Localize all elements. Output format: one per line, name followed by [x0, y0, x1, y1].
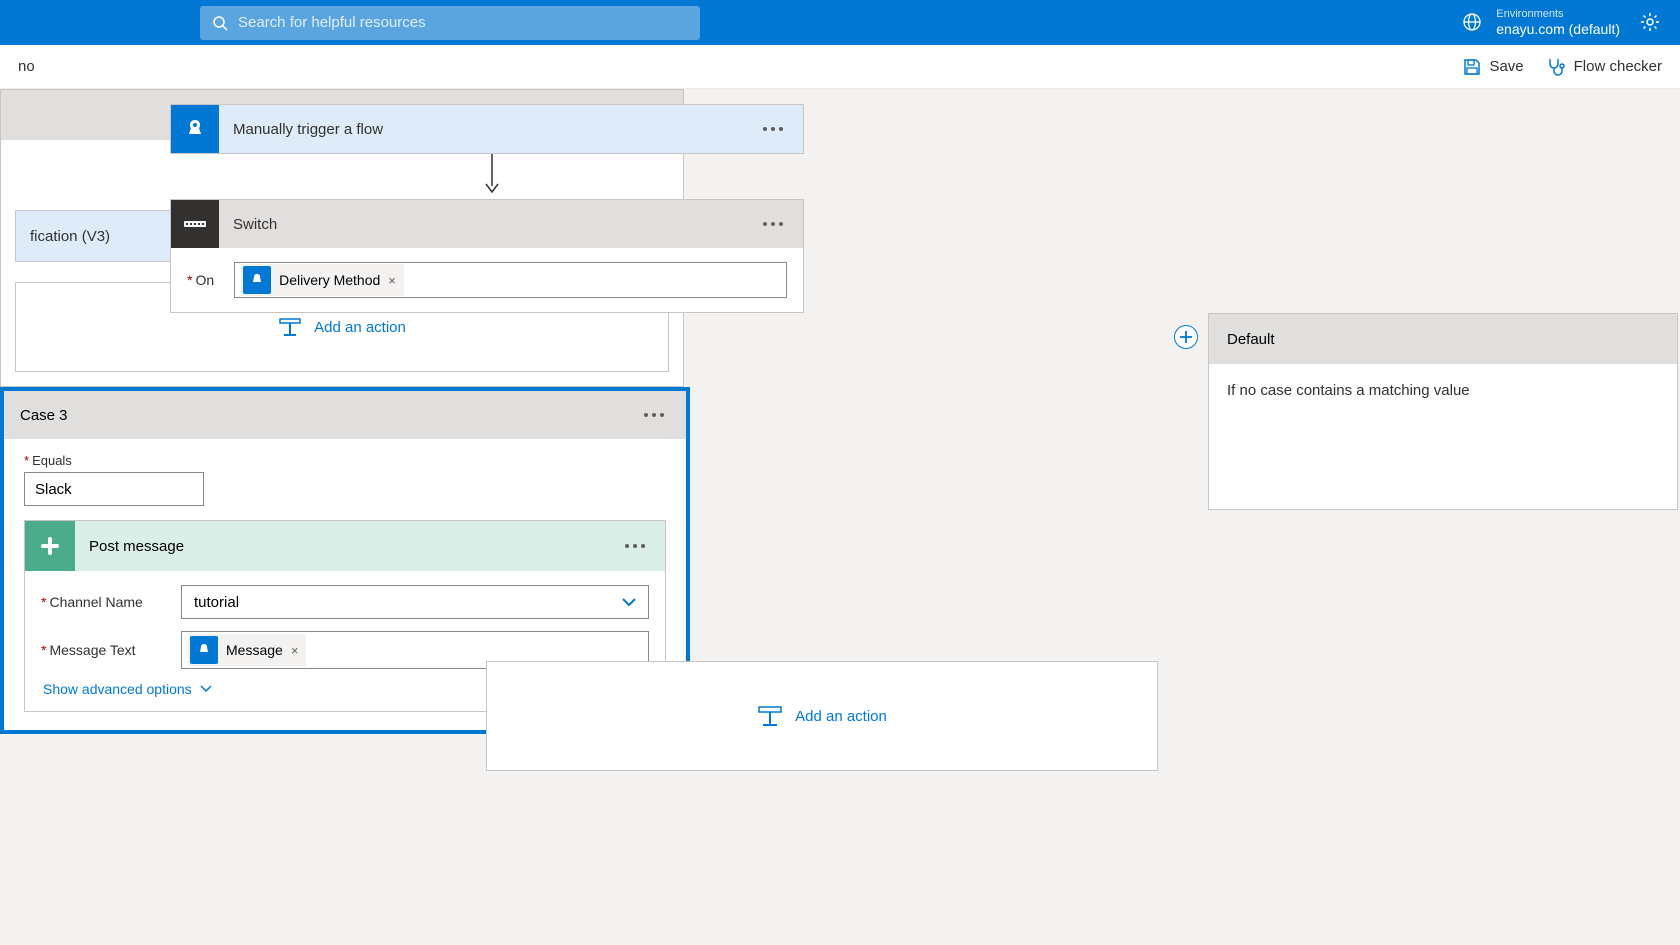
add-action-button-case3[interactable]: Add an action: [486, 661, 1158, 771]
message-token-label: Message: [226, 642, 283, 658]
channel-name-label: Channel Name: [41, 594, 181, 610]
env-label: Environments: [1496, 8, 1620, 21]
add-action-label: Add an action: [795, 708, 887, 725]
top-bar: Environments enayu.com (default): [0, 0, 1680, 45]
flow-canvas[interactable]: Manually trigger a flow Switch On Delive…: [0, 89, 1680, 945]
case3-title: Case 3: [20, 407, 638, 424]
switch-on-input[interactable]: Delivery Method ×: [234, 262, 787, 298]
add-action-label: Add an action: [314, 319, 406, 336]
delivery-method-token[interactable]: Delivery Method ×: [241, 264, 404, 296]
env-value: enayu.com (default): [1496, 21, 1620, 38]
token-label: Delivery Method: [279, 272, 380, 288]
environment-picker[interactable]: Environments enayu.com (default): [1462, 8, 1620, 38]
message-token-icon: [190, 636, 218, 664]
add-action-icon: [757, 705, 783, 727]
globe-icon: [1462, 12, 1482, 32]
switch-card[interactable]: Switch On Delivery Method ×: [170, 199, 804, 313]
switch-title: Switch: [233, 216, 757, 233]
arrow-down-icon: [482, 154, 502, 194]
save-icon: [1463, 58, 1481, 76]
search-box[interactable]: [200, 6, 700, 40]
equals-label: Equals: [24, 453, 666, 468]
message-token[interactable]: Message ×: [188, 634, 306, 666]
chevron-down-icon: [200, 685, 212, 693]
default-title: Default: [1227, 331, 1275, 348]
message-text-label: Message Text: [41, 642, 181, 658]
stethoscope-icon: [1546, 57, 1566, 77]
save-label: Save: [1489, 58, 1523, 75]
add-case-button[interactable]: [1174, 325, 1198, 349]
equals-input[interactable]: [24, 472, 204, 506]
adv-label: Show advanced options: [43, 681, 192, 697]
token-remove-icon[interactable]: ×: [388, 273, 396, 288]
default-body-text: If no case contains a matching value: [1209, 364, 1677, 509]
message-token-remove-icon[interactable]: ×: [291, 643, 299, 658]
add-action-icon: [278, 317, 302, 337]
trigger-icon: [171, 105, 219, 153]
chevron-down-icon: [622, 597, 636, 607]
plus-icon: [1179, 330, 1193, 344]
channel-name-value: tutorial: [194, 594, 239, 611]
trigger-title: Manually trigger a flow: [233, 121, 757, 138]
command-bar: no Save Flow checker: [0, 45, 1680, 89]
switch-on-label: On: [187, 272, 214, 288]
channel-name-select[interactable]: tutorial: [181, 585, 649, 619]
default-card[interactable]: Default If no case contains a matching v…: [1208, 313, 1678, 510]
flow-checker-button[interactable]: Flow checker: [1546, 57, 1662, 77]
switch-more-icon[interactable]: [757, 216, 789, 232]
topbar-right: Environments enayu.com (default): [1462, 8, 1660, 38]
post-message-title: Post message: [89, 538, 619, 555]
search-icon: [212, 15, 228, 31]
trigger-card[interactable]: Manually trigger a flow: [170, 104, 804, 154]
case3-more-icon[interactable]: [638, 407, 670, 423]
save-button[interactable]: Save: [1463, 58, 1523, 76]
breadcrumb-tail: no: [18, 58, 35, 75]
trigger-token-icon: [243, 266, 271, 294]
flow-checker-label: Flow checker: [1574, 58, 1662, 75]
post-message-more-icon[interactable]: [619, 538, 651, 554]
slack-icon: [25, 521, 75, 571]
trigger-more-icon[interactable]: [757, 121, 789, 137]
settings-icon[interactable]: [1640, 12, 1660, 32]
switch-icon: [171, 200, 219, 248]
search-input[interactable]: [238, 14, 688, 31]
